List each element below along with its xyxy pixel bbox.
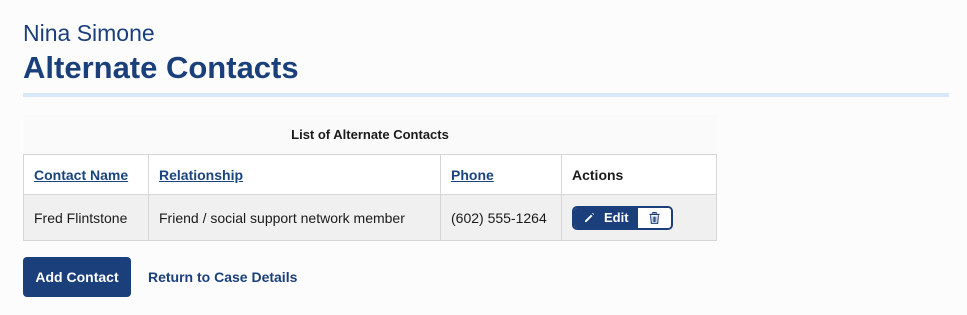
sort-contact-name-link[interactable]: Contact Name bbox=[34, 167, 128, 183]
delete-contact-button[interactable] bbox=[637, 207, 671, 228]
row-action-group: Edit bbox=[572, 205, 673, 230]
cell-contact-name: Fred Flintstone bbox=[23, 194, 149, 241]
person-name: Nina Simone bbox=[23, 20, 155, 46]
edit-button-label: Edit bbox=[604, 210, 629, 225]
column-header-contact-name: Contact Name bbox=[23, 154, 149, 195]
page-title: Alternate Contacts bbox=[23, 50, 299, 85]
page: Nina Simone Alternate Contacts bbox=[23, 0, 949, 97]
add-contact-button[interactable]: Add Contact bbox=[23, 257, 131, 297]
cell-phone: (602) 555-1264 bbox=[440, 194, 562, 241]
table-caption: List of Alternate Contacts bbox=[23, 115, 717, 154]
table-row: Fred Flintstone Friend / social support … bbox=[23, 194, 717, 241]
pencil-icon bbox=[584, 212, 595, 223]
table-header-row: Contact Name Relationship Phone Actions bbox=[23, 154, 717, 195]
cell-actions: Edit bbox=[561, 194, 717, 241]
column-header-phone: Phone bbox=[440, 154, 562, 195]
trash-icon bbox=[649, 211, 660, 224]
title-divider bbox=[23, 93, 949, 97]
contacts-table-container: List of Alternate Contacts Contact Name … bbox=[23, 115, 717, 241]
contacts-table: Contact Name Relationship Phone Actions … bbox=[23, 154, 717, 241]
cell-relationship: Friend / social support network member bbox=[148, 194, 441, 241]
page-actions: Add Contact Return to Case Details bbox=[23, 257, 297, 297]
sort-phone-link[interactable]: Phone bbox=[451, 167, 494, 183]
edit-contact-button[interactable]: Edit bbox=[574, 207, 638, 228]
column-header-relationship: Relationship bbox=[148, 154, 441, 195]
return-to-case-details-link[interactable]: Return to Case Details bbox=[148, 269, 297, 285]
column-header-actions: Actions bbox=[561, 154, 717, 195]
sort-relationship-link[interactable]: Relationship bbox=[159, 167, 243, 183]
